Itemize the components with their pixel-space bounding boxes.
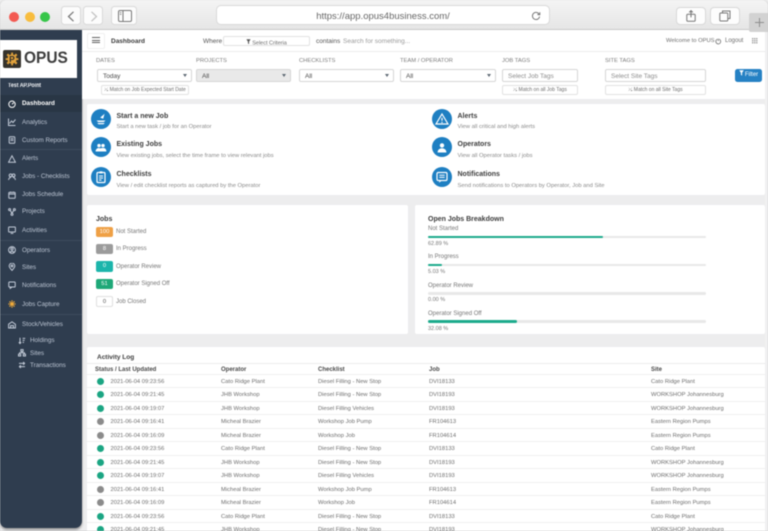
svg-text:P: P xyxy=(9,54,15,64)
